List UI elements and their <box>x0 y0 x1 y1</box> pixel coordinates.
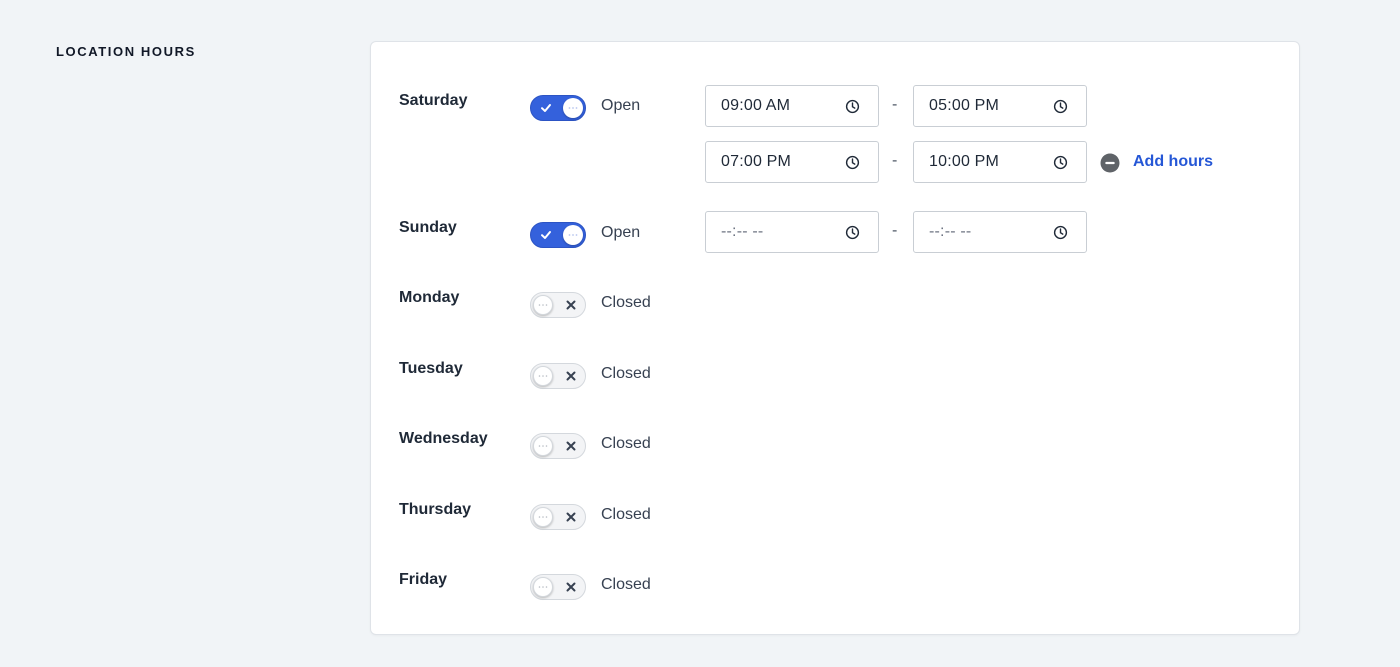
wednesday-open-toggle[interactable] <box>530 433 586 459</box>
check-icon <box>540 102 552 114</box>
x-icon <box>565 581 577 593</box>
clock-icon[interactable] <box>1053 99 1068 119</box>
toggle-knob <box>533 436 553 456</box>
day-name: Wednesday <box>399 430 488 447</box>
range-separator: - <box>892 96 898 113</box>
clock-icon[interactable] <box>845 225 860 245</box>
x-icon <box>565 299 577 311</box>
time-value: 05:00 PM <box>929 97 1000 114</box>
sunday-end-time-input[interactable]: --:-- -- <box>913 211 1087 253</box>
toggle-knob <box>563 98 583 118</box>
remove-hours-button[interactable] <box>1100 153 1120 173</box>
toggle-knob <box>533 295 553 315</box>
minus-circle-icon <box>1100 153 1120 177</box>
day-name: Friday <box>399 571 448 588</box>
clock-icon[interactable] <box>845 99 860 119</box>
day-name: Monday <box>399 289 460 306</box>
saturday-open-toggle[interactable] <box>530 95 586 121</box>
toggle-knob <box>533 366 553 386</box>
sunday-start-time-input[interactable]: --:-- -- <box>705 211 879 253</box>
status-label: Closed <box>601 435 651 452</box>
add-hours-link[interactable]: Add hours <box>1133 153 1213 171</box>
monday-open-toggle[interactable] <box>530 292 586 318</box>
saturday-end-time-input-2[interactable]: 10:00 PM <box>913 141 1087 183</box>
range-separator: - <box>892 152 898 169</box>
status-label: Open <box>601 97 641 114</box>
status-label: Closed <box>601 506 651 523</box>
saturday-start-time-input-2[interactable]: 07:00 PM <box>705 141 879 183</box>
saturday-end-time-input-1[interactable]: 05:00 PM <box>913 85 1087 127</box>
x-icon <box>565 511 577 523</box>
toggle-knob <box>533 507 553 527</box>
section-title: LOCATION HOURS <box>56 44 196 59</box>
day-name: Saturday <box>399 92 468 109</box>
x-icon <box>565 440 577 452</box>
x-icon <box>565 370 577 382</box>
time-value: --:-- -- <box>929 223 972 240</box>
friday-open-toggle[interactable] <box>530 574 586 600</box>
status-label: Closed <box>601 576 651 593</box>
status-label: Closed <box>601 365 651 382</box>
location-hours-card: Saturday Open 09:00 AM - 05:00 PM 07:00 … <box>370 41 1300 635</box>
range-separator: - <box>892 222 898 239</box>
thursday-open-toggle[interactable] <box>530 504 586 530</box>
status-label: Closed <box>601 294 651 311</box>
saturday-start-time-input-1[interactable]: 09:00 AM <box>705 85 879 127</box>
time-value: --:-- -- <box>721 223 764 240</box>
clock-icon[interactable] <box>1053 225 1068 245</box>
day-name: Sunday <box>399 219 457 236</box>
clock-icon[interactable] <box>845 155 860 175</box>
check-icon <box>540 229 552 241</box>
time-value: 10:00 PM <box>929 153 1000 170</box>
toggle-knob <box>563 225 583 245</box>
clock-icon[interactable] <box>1053 155 1068 175</box>
tuesday-open-toggle[interactable] <box>530 363 586 389</box>
day-name: Tuesday <box>399 360 463 377</box>
time-value: 07:00 PM <box>721 153 792 170</box>
time-value: 09:00 AM <box>721 97 791 114</box>
day-name: Thursday <box>399 501 472 518</box>
toggle-knob <box>533 577 553 597</box>
status-label: Open <box>601 224 641 241</box>
sunday-open-toggle[interactable] <box>530 222 586 248</box>
